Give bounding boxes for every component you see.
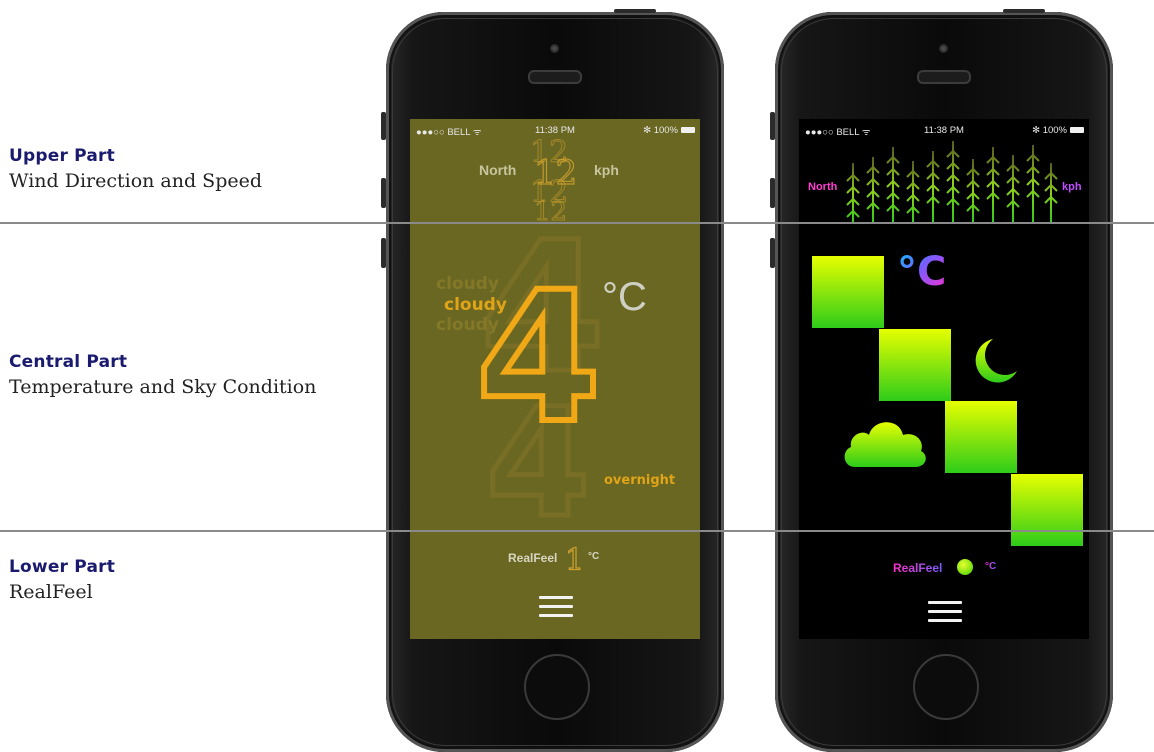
menu-icon[interactable] <box>539 596 573 623</box>
earpiece-speaker <box>528 70 582 84</box>
power-button <box>614 9 656 13</box>
condition-ghost: cloudy <box>436 315 499 335</box>
temperature-block <box>1011 474 1083 546</box>
upper-divider <box>0 222 1154 224</box>
lower-part-annotation: Lower Part RealFeel <box>9 557 115 603</box>
menu-icon[interactable] <box>928 601 962 628</box>
mute-switch <box>770 112 775 140</box>
volume-down-button <box>770 238 775 268</box>
screen-1: ●●●○○ BELL ᯤ 11:38 PM ✻ 100% North kph 1… <box>410 119 700 639</box>
lower-part-subtitle: RealFeel <box>9 581 93 603</box>
upper-part-annotation: Upper Part Wind Direction and Speed <box>9 146 262 192</box>
upper-part-subtitle: Wind Direction and Speed <box>9 170 263 192</box>
lower-part-title: Lower Part <box>9 557 116 577</box>
realfeel-dot <box>957 559 973 575</box>
home-button[interactable] <box>913 654 979 720</box>
realfeel-unit: °C <box>588 551 600 562</box>
wind-direction: North <box>808 181 838 193</box>
front-camera <box>550 44 559 53</box>
power-button <box>1003 9 1045 13</box>
battery-icon <box>1070 127 1084 133</box>
phone-2: ●●●○○ BELL ᯤ 11:38 PM ✻ 100% North kph °… <box>775 9 1113 752</box>
volume-up-button <box>770 178 775 208</box>
temperature-block <box>945 401 1017 473</box>
battery-percent: ✻ 100% <box>643 125 678 136</box>
temperature-block <box>879 329 951 401</box>
realfeel-unit: °C <box>985 561 997 572</box>
realfeel-label: RealFeel <box>893 561 943 575</box>
volume-down-button <box>381 238 386 268</box>
battery-icon <box>681 127 695 133</box>
home-button[interactable] <box>524 654 590 720</box>
upper-part-title: Upper Part <box>9 146 115 166</box>
cloud-icon <box>844 422 926 467</box>
mute-switch <box>381 112 386 140</box>
wind-arrows-icon <box>845 141 1058 223</box>
screen-2: ●●●○○ BELL ᯤ 11:38 PM ✻ 100% North kph °… <box>799 119 1089 639</box>
realfeel-label: RealFeel <box>508 551 558 565</box>
central-part-title: Central Part <box>9 352 128 372</box>
central-part-annotation: Central Part Temperature and Sky Conditi… <box>9 352 316 398</box>
central-part-subtitle: Temperature and Sky Condition <box>9 376 317 398</box>
forecast-period: overnight <box>604 473 676 488</box>
phone-1: ●●●○○ BELL ᯤ 11:38 PM ✻ 100% North kph 1… <box>386 9 724 752</box>
lower-divider <box>0 530 1154 532</box>
condition-ghost: cloudy <box>436 274 499 294</box>
volume-up-button <box>381 178 386 208</box>
temperature-unit: °C <box>897 249 947 295</box>
moon-icon <box>975 339 1017 383</box>
temperature-block <box>812 256 884 328</box>
realfeel-value: 1 <box>564 542 585 578</box>
earpiece-speaker <box>917 70 971 84</box>
wind-unit: kph <box>594 162 619 178</box>
front-camera <box>939 44 948 53</box>
wind-direction: North <box>479 162 517 178</box>
temperature-unit: °C <box>602 275 647 319</box>
wind-unit: kph <box>1062 181 1082 193</box>
sky-condition: cloudy <box>444 295 507 315</box>
